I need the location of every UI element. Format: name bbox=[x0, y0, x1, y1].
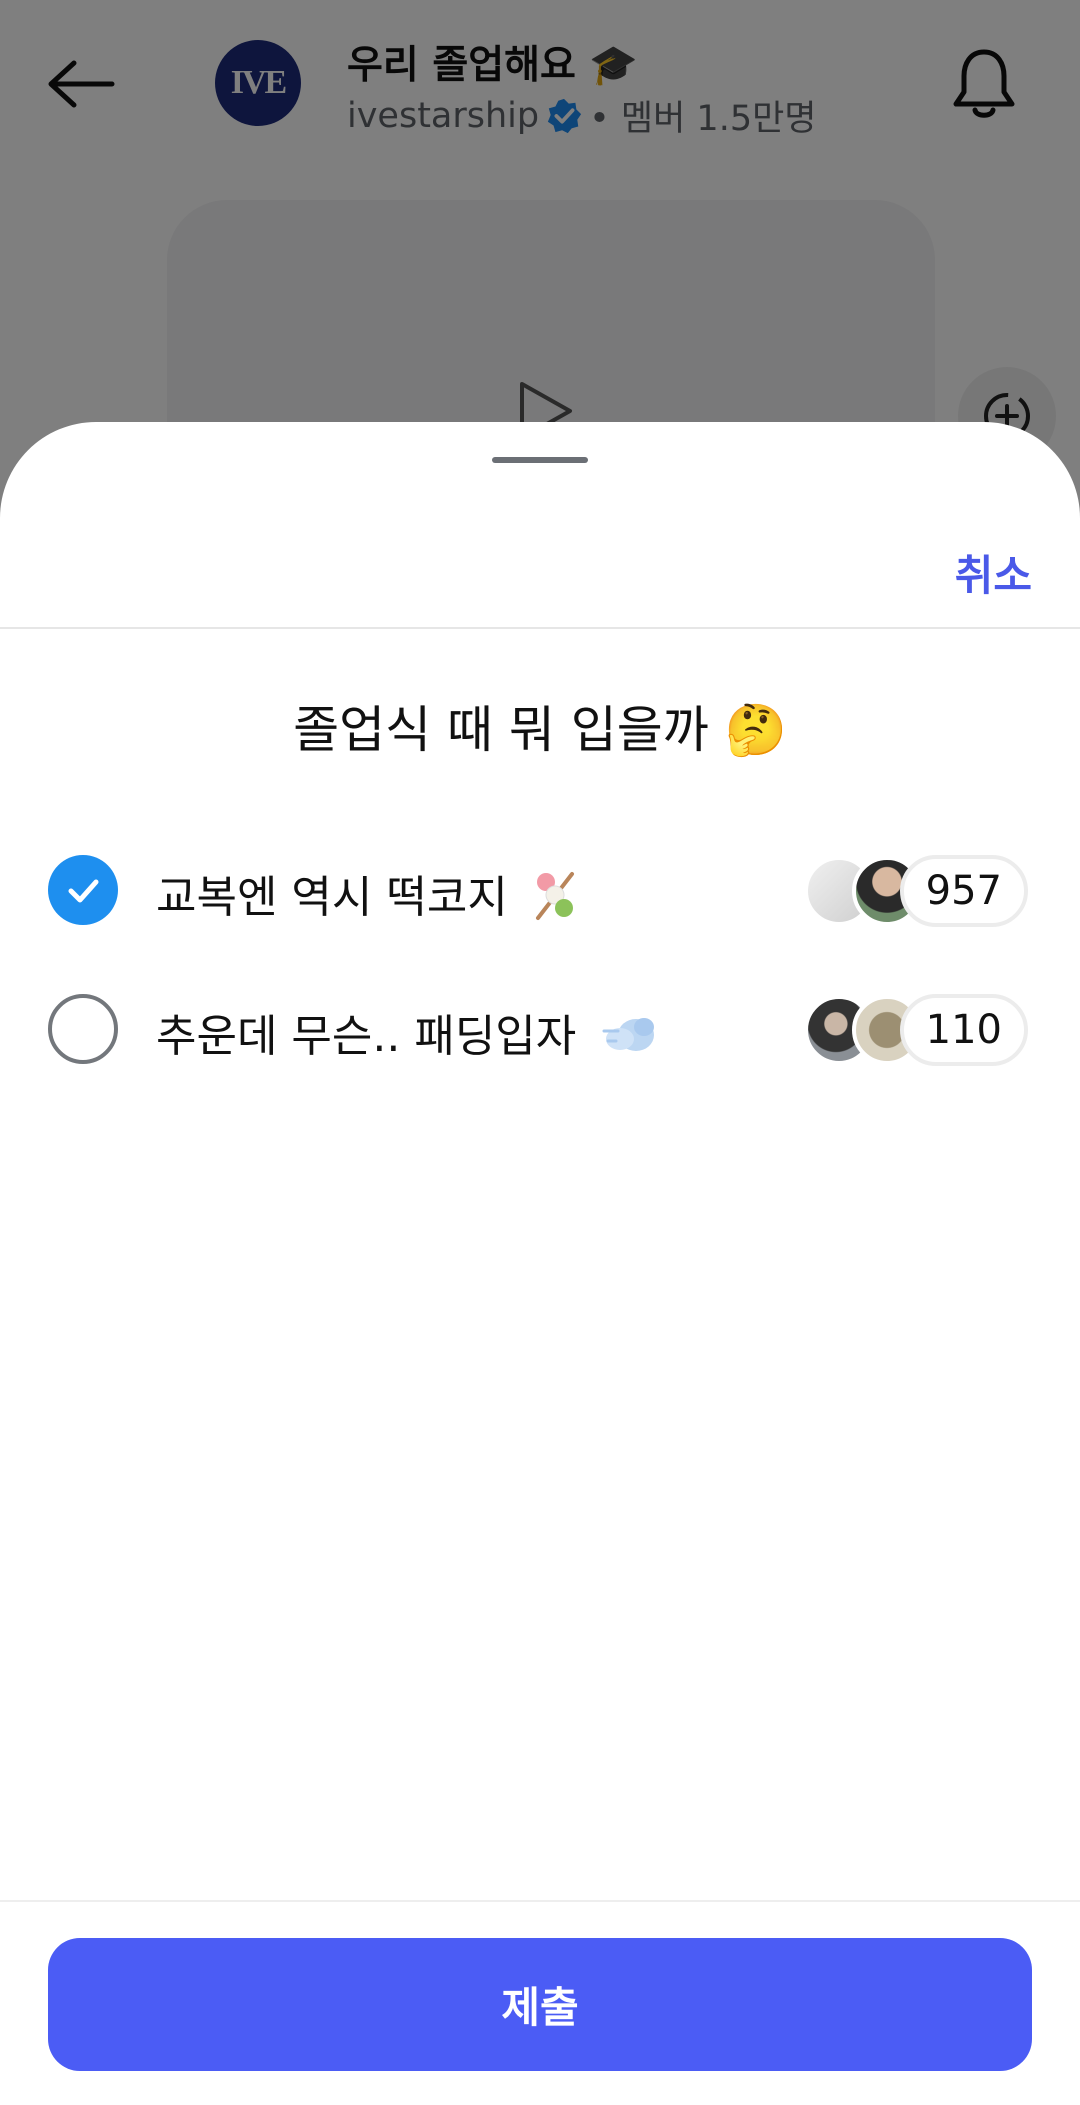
poll-option-label: 교복엔 역시 떡코지 bbox=[156, 861, 578, 933]
dango-icon bbox=[532, 868, 578, 933]
radio-checked[interactable] bbox=[48, 855, 118, 925]
option-text: 교복엔 역시 떡코지 bbox=[156, 872, 508, 923]
sheet-drag-handle[interactable] bbox=[492, 457, 588, 463]
footer-divider bbox=[0, 1900, 1080, 1902]
dashing-away-icon bbox=[600, 1009, 658, 1070]
back-arrow-icon bbox=[48, 60, 115, 108]
radio-unchecked[interactable] bbox=[48, 994, 118, 1064]
submit-button[interactable]: 제출 bbox=[48, 1938, 1032, 2071]
channel-title: 우리 졸업해요 🎓 bbox=[347, 43, 638, 88]
vote-count: 110 bbox=[899, 994, 1028, 1066]
voter-group: 957 bbox=[803, 855, 1028, 927]
verified-badge-icon bbox=[547, 98, 582, 133]
back-button[interactable] bbox=[46, 52, 122, 116]
member-count: • 멤버 1.5만명 bbox=[589, 99, 817, 139]
poll-question: 졸업식 때 뭐 입을까 🤔 bbox=[293, 701, 787, 759]
channel-handle: ivestarship bbox=[347, 95, 540, 136]
poll-option[interactable]: 교복엔 역시 떡코지 957 bbox=[0, 835, 1080, 945]
bell-icon[interactable] bbox=[950, 46, 1018, 122]
channel-subtitle: ivestarship • 멤버 1.5만명 bbox=[347, 90, 816, 141]
poll-option-label: 추운데 무슨.. 패딩입자 bbox=[156, 1000, 658, 1070]
poll-bottom-sheet: 취소 졸업식 때 뭐 입을까 🤔 교복엔 역시 떡코지 957 추운데 무슨..… bbox=[0, 422, 1080, 2105]
poll-option[interactable]: 추운데 무슨.. 패딩입자 110 bbox=[0, 974, 1080, 1084]
cancel-button[interactable]: 취소 bbox=[955, 542, 1032, 603]
vote-count: 957 bbox=[899, 855, 1028, 927]
option-text: 추운데 무슨.. 패딩입자 bbox=[156, 1011, 577, 1062]
channel-avatar[interactable]: IVE bbox=[215, 40, 301, 126]
voter-group: 110 bbox=[803, 994, 1028, 1066]
sheet-divider bbox=[0, 627, 1080, 629]
check-icon bbox=[68, 879, 99, 903]
